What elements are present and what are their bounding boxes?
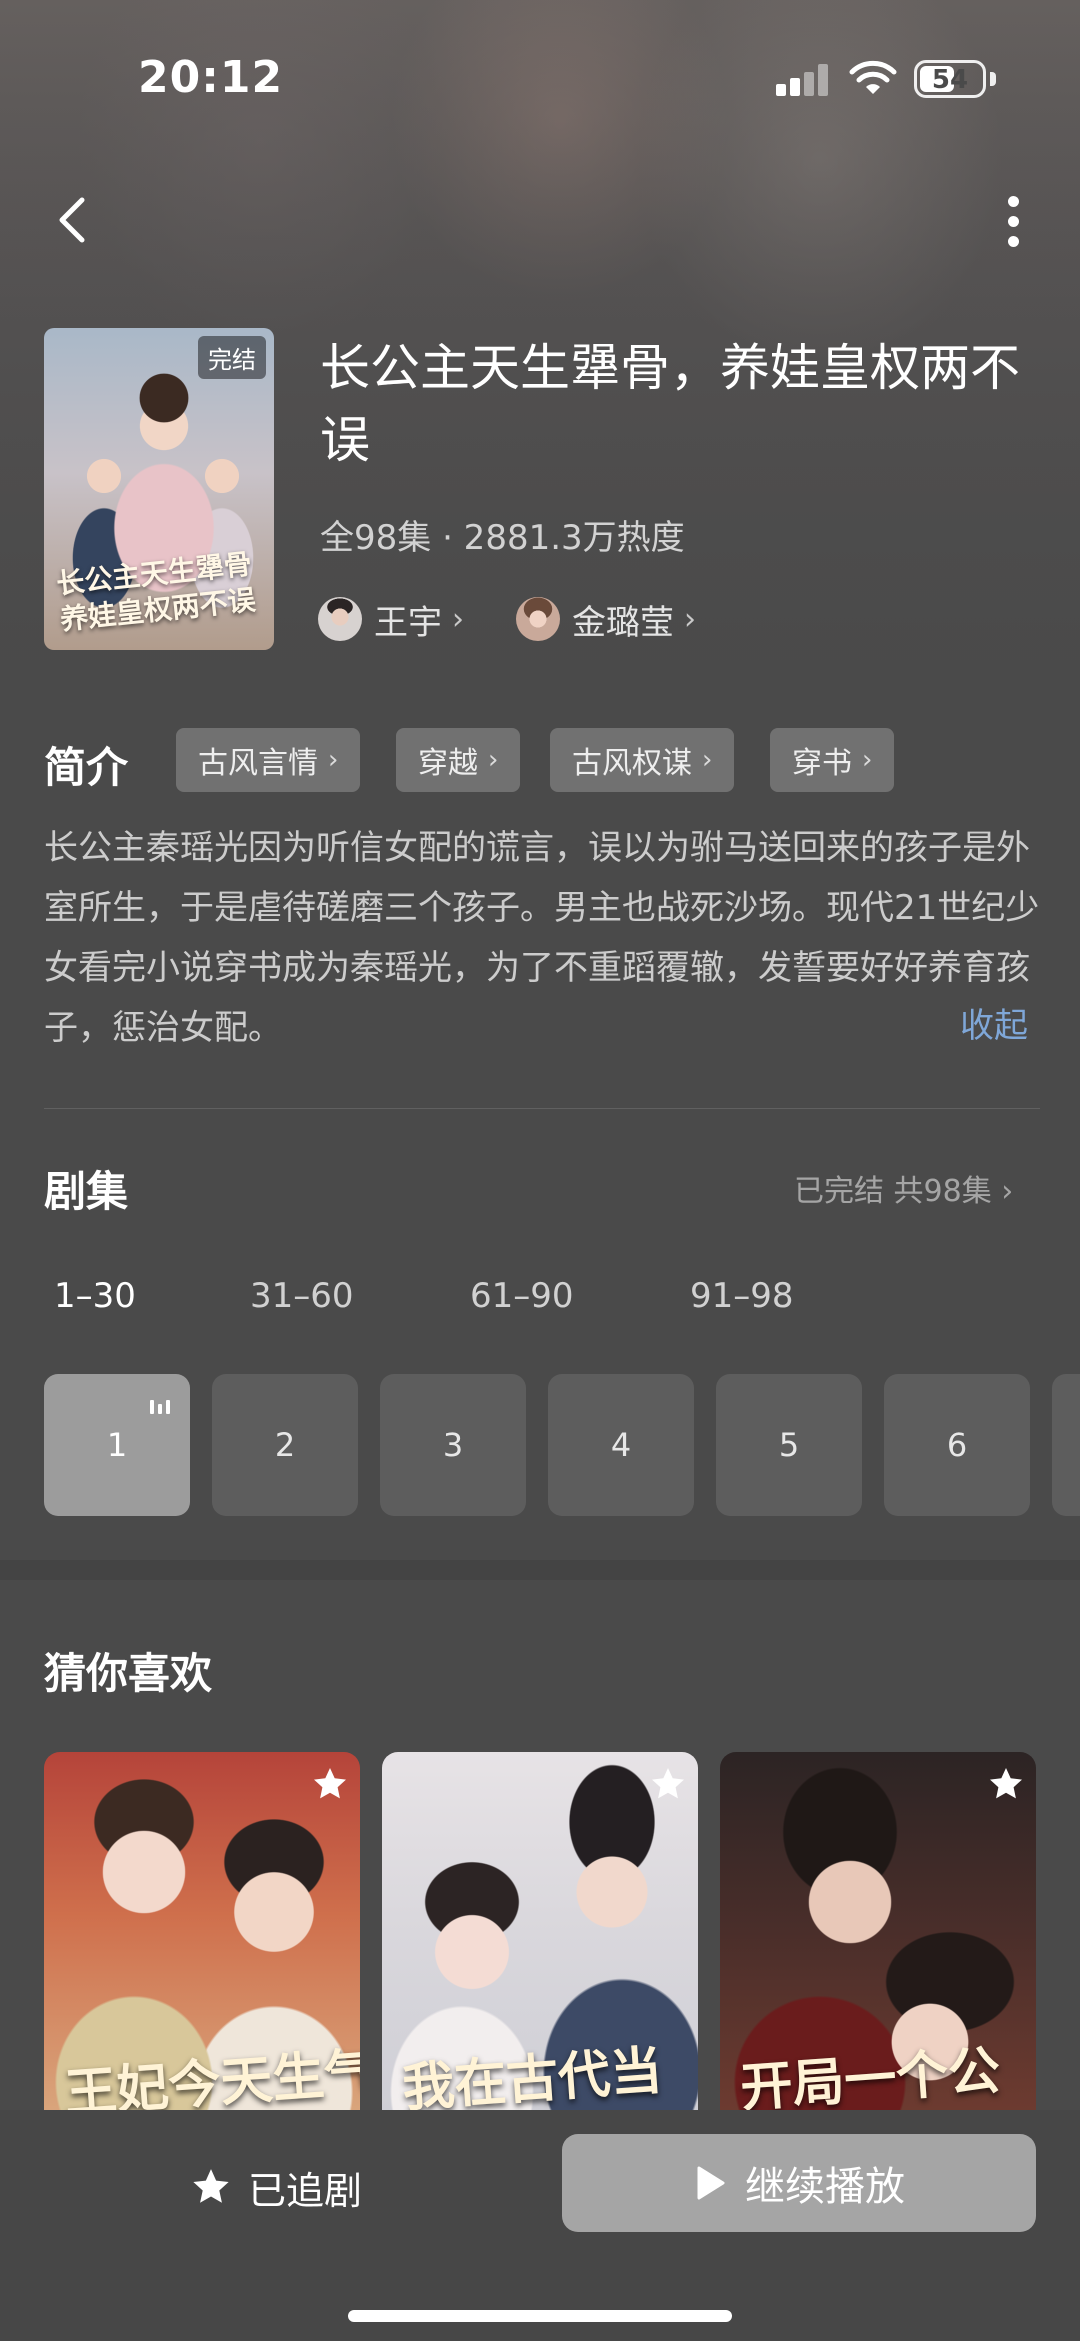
episodes-heading: 剧集 [44, 1167, 129, 1216]
episode-range-tab[interactable]: 91–98 [690, 1276, 794, 1316]
back-icon[interactable] [48, 190, 98, 250]
episode-range-tab[interactable]: 1–30 [54, 1276, 136, 1316]
chevron-right-icon: › [328, 745, 339, 775]
cover-art-text: 长公主天生犟骨 养娃皇权两不误 [54, 547, 258, 637]
genre-tag[interactable]: 古风言情 › [176, 728, 361, 792]
drama-meta: 全98集 · 2881.3万热度 [320, 518, 685, 558]
poster-text: 开局一个公 [738, 2039, 1003, 2112]
cast-member[interactable]: 王宇 › [318, 594, 464, 644]
intro-heading: 简介 [44, 743, 129, 792]
play-icon [697, 2166, 725, 2200]
genre-tag[interactable]: 古风权谋 › [550, 728, 735, 792]
avatar [318, 597, 362, 641]
avatar [516, 597, 560, 641]
episodes-status-link[interactable]: 已完结 共98集 › [794, 1166, 1013, 1210]
star-icon[interactable] [648, 1764, 688, 1804]
battery-cap [990, 72, 996, 86]
synopsis-text: 长公主秦瑶光因为听信女配的谎言，误以为驸马送回来的孩子是外室所生，于是虐待磋磨三… [44, 828, 1040, 1048]
tag-label: 穿书 [792, 746, 852, 781]
recommendations-heading: 猜你喜欢 [44, 1649, 213, 1698]
episode-range-tab[interactable]: 31–60 [250, 1276, 354, 1316]
episode-number: 6 [946, 1426, 968, 1464]
episode-button[interactable]: 3 [380, 1374, 526, 1516]
battery-level: 54 [931, 65, 969, 95]
status-time: 20:12 [138, 52, 284, 103]
cast-member[interactable]: 金璐莹 › [516, 594, 696, 644]
chevron-right-icon: › [1001, 1174, 1014, 1209]
more-vertical-icon[interactable] [996, 192, 1032, 252]
recommendation-card[interactable]: 开局一个公 [720, 1752, 1036, 2112]
episode-button[interactable]: 4 [548, 1374, 694, 1516]
episode-number: 2 [274, 1426, 296, 1464]
episodes-status: 已完结 共98集 [794, 1174, 992, 1209]
playing-indicator-icon [150, 1398, 172, 1414]
episode-button[interactable]: 1 [44, 1374, 190, 1516]
genre-tag[interactable]: 穿越 › [396, 728, 521, 792]
tag-label: 古风言情 [198, 746, 318, 781]
chevron-right-icon: › [862, 745, 873, 775]
star-icon [193, 2169, 229, 2203]
chevron-right-icon: › [702, 745, 713, 775]
drama-cover[interactable]: 完结 长公主天生犟骨 养娃皇权两不误 [44, 328, 274, 650]
cellular-signal-icon [776, 64, 830, 96]
drama-title: 长公主天生犟骨，养娃皇权两不误 [320, 339, 1020, 469]
poster-text: 我在古代当 [400, 2039, 665, 2112]
episode-number: 4 [610, 1426, 632, 1464]
follow-label: 已追剧 [248, 2168, 363, 2213]
recommendation-card[interactable]: 王妃今天生气了吗 [44, 1752, 360, 2112]
section-separator [0, 1560, 1080, 1580]
poster-text: 王妃今天生气了吗 [62, 2034, 360, 2112]
cast-name: 金璐莹 [572, 602, 674, 643]
divider [44, 1108, 1040, 1109]
tag-label: 古风权谋 [572, 746, 692, 781]
star-icon[interactable] [310, 1764, 350, 1804]
play-label: 继续播放 [745, 2164, 905, 2210]
battery-icon: 54 [914, 60, 986, 98]
genre-tag[interactable]: 穿书 › [770, 728, 895, 792]
episode-number: 3 [442, 1426, 464, 1464]
chevron-right-icon: › [684, 601, 696, 637]
star-icon[interactable] [986, 1764, 1026, 1804]
wifi-icon [849, 60, 897, 94]
completed-badge: 完结 [198, 336, 266, 379]
episode-button[interactable]: 2 [212, 1374, 358, 1516]
episode-button[interactable]: 5 [716, 1374, 862, 1516]
recommendation-card[interactable]: 我在古代当 [382, 1752, 698, 2112]
tag-label: 穿越 [418, 746, 478, 781]
episode-number: 5 [778, 1426, 800, 1464]
cast-name: 王宇 [374, 602, 442, 643]
collapse-link[interactable]: 收起 [960, 998, 1028, 1047]
follow-button[interactable]: 已追剧 [190, 2152, 362, 2222]
episode-number: 1 [106, 1426, 128, 1464]
episode-button[interactable]: 6 [884, 1374, 1030, 1516]
episode-button-partial[interactable] [1052, 1374, 1080, 1516]
continue-play-button[interactable]: 继续播放 [562, 2134, 1036, 2232]
episode-range-tab[interactable]: 61–90 [470, 1276, 574, 1316]
chevron-right-icon: › [452, 601, 464, 637]
home-indicator [348, 2310, 732, 2322]
chevron-right-icon: › [488, 745, 499, 775]
